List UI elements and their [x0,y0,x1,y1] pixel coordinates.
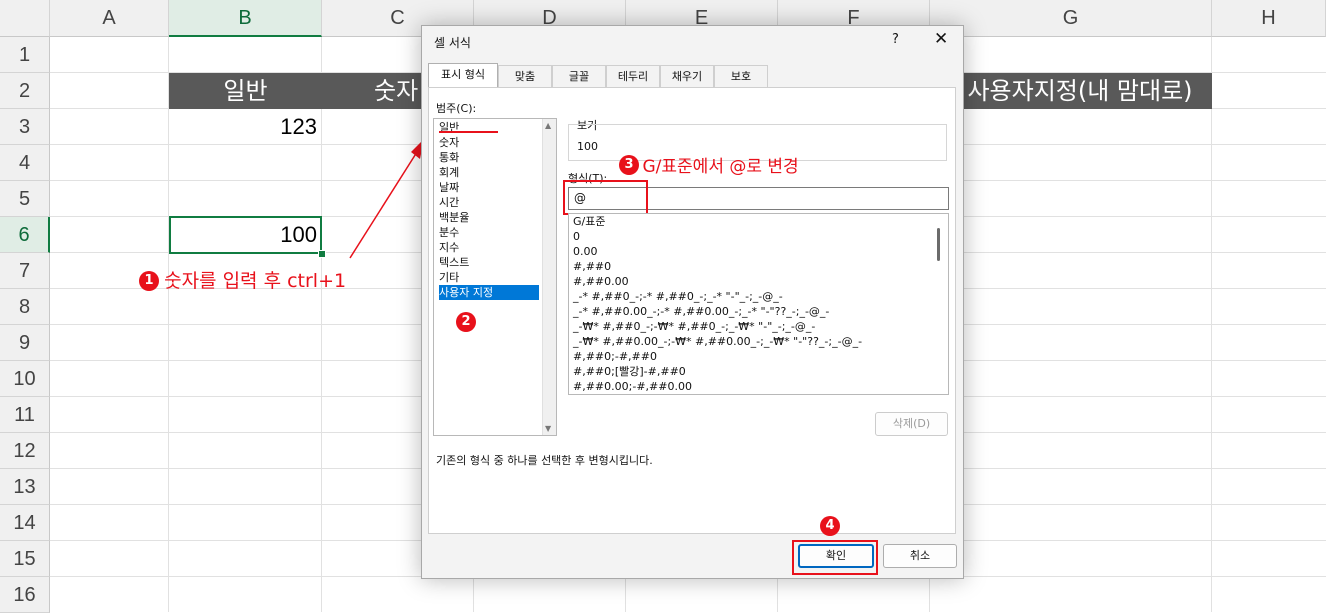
format-item[interactable]: _-* #,##0_-;-* #,##0_-;_-* "-"_-;_-@_- [573,289,783,304]
format-item[interactable]: 0 [573,229,580,244]
tab-number[interactable]: 표시 형식 [428,63,498,87]
category-label: 범주(C): [436,102,477,115]
format-cells-dialog: 셀 서식 ? ✕ 표시 형식 맞춤 글꼴 테두리 채우기 보호 범주(C): 일… [421,25,964,579]
category-item-scientific[interactable]: 지수 [439,240,539,255]
category-list[interactable]: 일반 숫자 통화 회계 날짜 시간 백분율 분수 지수 텍스트 기타 사용자 지… [433,118,557,436]
delete-button[interactable]: 삭제(D) [875,412,948,436]
step1-annotation: 1 숫자를 입력 후 ctrl+1 [139,266,346,293]
step4-badge: 4 [820,516,840,536]
format-list-scrollbar[interactable] [937,228,940,261]
category-item-accounting[interactable]: 회계 [439,165,539,180]
close-icon[interactable]: ✕ [934,29,948,49]
step3-badge: 3 [619,154,639,175]
tab-font[interactable]: 글꼴 [552,65,606,87]
format-item[interactable]: #,##0 [573,259,611,274]
category-scrollbar[interactable]: ▲ ▼ [542,119,556,435]
format-item[interactable]: _-₩* #,##0_-;-₩* #,##0_-;_-₩* "-"_-;_-@_… [573,319,815,334]
step1-text: 숫자를 입력 후 ctrl+1 [164,270,347,292]
help-button[interactable]: ? [892,32,899,47]
category-item-fraction[interactable]: 분수 [439,225,539,240]
format-item[interactable]: G/표준 [573,214,605,229]
arrow-line [349,151,418,259]
highlight-box-type [563,180,648,215]
format-item[interactable]: _-* #,##0.00_-;-* #,##0.00_-;_-* "-"??_-… [573,304,829,319]
category-item-date[interactable]: 날짜 [439,180,539,195]
tab-fill[interactable]: 채우기 [660,65,714,87]
step3-text: G/표준에서 @로 변경 [642,157,799,177]
category-item-currency[interactable]: 통화 [439,150,539,165]
cancel-button[interactable]: 취소 [883,544,957,568]
format-item[interactable]: #,##0;-#,##0 [573,349,657,364]
category-item-number[interactable]: 숫자 [439,135,539,150]
scroll-down-icon[interactable]: ▼ [545,424,551,433]
dialog-title: 셀 서식 [434,36,471,50]
tab-border[interactable]: 테두리 [606,65,660,87]
category-item-special[interactable]: 기타 [439,270,539,285]
category-item-time[interactable]: 시간 [439,195,539,210]
highlight-box-ok [792,540,878,575]
format-list[interactable]: G/표준 0 0.00 #,##0 #,##0.00 _-* #,##0_-;-… [568,213,949,395]
format-item[interactable]: #,##0.00;-#,##0.00 [573,379,692,394]
format-item[interactable]: 0.00 [573,244,598,259]
step2-badge: 2 [456,312,476,332]
step4-annotation: 4 [820,516,840,536]
step3-annotation: 3 G/표준에서 @로 변경 [619,152,799,177]
category-item-text[interactable]: 텍스트 [439,255,539,270]
format-item[interactable]: #,##0.00 [573,274,629,289]
format-item[interactable]: _-₩* #,##0.00_-;-₩* #,##0.00_-;_-₩* "-"?… [573,334,862,349]
sample-value: 100 [577,140,598,153]
highlight-underline [439,131,498,133]
scroll-up-icon[interactable]: ▲ [545,121,551,130]
category-item-percentage[interactable]: 백분율 [439,210,539,225]
tab-protection[interactable]: 보호 [714,65,768,87]
tab-alignment[interactable]: 맞춤 [498,65,552,87]
format-item[interactable]: #,##0;[빨강]-#,##0 [573,364,686,379]
step1-badge: 1 [139,271,159,291]
step2-annotation: 2 [456,312,476,332]
format-description: 기존의 형식 중 하나를 선택한 후 변형시킵니다. [436,454,653,467]
category-item-custom[interactable]: 사용자 지정 [439,285,539,300]
